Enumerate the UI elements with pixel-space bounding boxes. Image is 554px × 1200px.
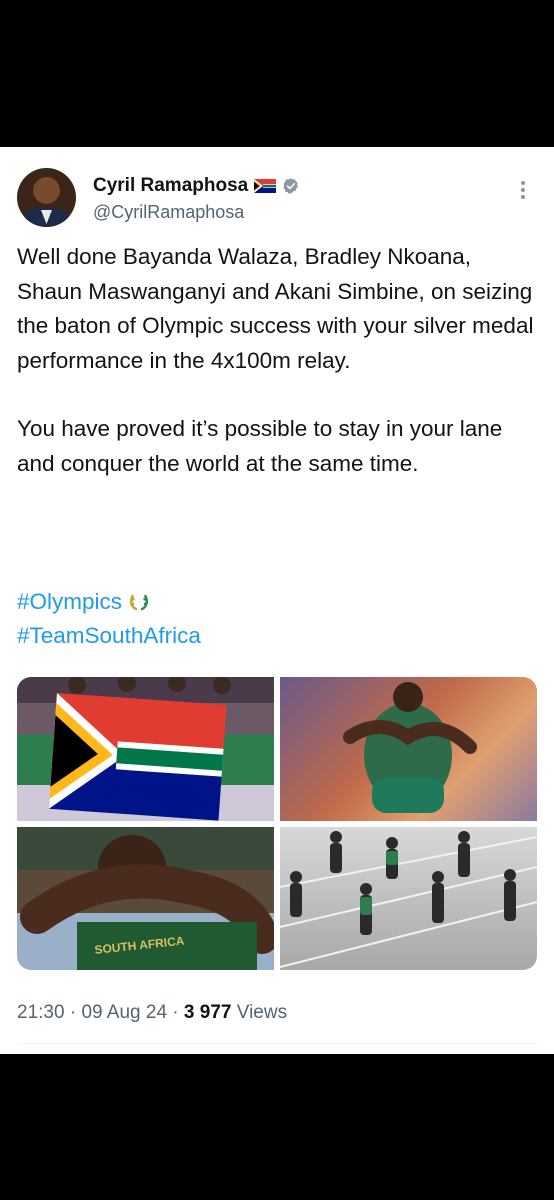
- author-name[interactable]: Cyril Ramaphosa: [93, 175, 248, 197]
- views-label: Views: [236, 1002, 288, 1023]
- hashtag-teamsouthafrica[interactable]: #TeamSouthAfrica: [17, 619, 201, 653]
- tweet-card: Cyril Ramaphosa @CyrilRamaphosa Well don…: [0, 147, 554, 1054]
- olympic-laurel-icon: [130, 594, 149, 611]
- tweet-paragraph-1: Well done Bayanda Walaza, Bradley Nkoana…: [17, 244, 534, 373]
- photo-athletes-hug[interactable]: [280, 677, 537, 821]
- hashtags: #Olympics #TeamSouthAfrica: [17, 585, 201, 653]
- verified-badge-icon: [283, 178, 299, 194]
- photo-relay-race[interactable]: [280, 827, 537, 970]
- tweet-text: Well done Bayanda Walaza, Bradley Nkoana…: [17, 240, 537, 481]
- media-grid: SOUTH AFRICA: [17, 677, 537, 970]
- photo-athletes-with-flag[interactable]: [17, 677, 274, 821]
- photo-celebration-embrace[interactable]: SOUTH AFRICA: [17, 827, 274, 970]
- south-africa-flag-photo: [48, 677, 231, 821]
- author-handle[interactable]: @CyrilRamaphosa: [93, 202, 244, 223]
- avatar[interactable]: [17, 168, 76, 227]
- tweet-time[interactable]: 21:30: [17, 1002, 65, 1023]
- views-count: 3 977: [183, 1002, 232, 1023]
- more-options-icon[interactable]: [520, 181, 526, 203]
- south-africa-flag-icon: [254, 179, 277, 193]
- author-name-row: Cyril Ramaphosa: [93, 175, 300, 197]
- hashtag-olympics[interactable]: #Olympics: [17, 585, 201, 619]
- hashtag-olympics-label: #Olympics: [17, 589, 123, 614]
- tweet-timestamp: 21:30 · 09 Aug 24 · 3 977 Views: [17, 1002, 288, 1023]
- divider: [17, 1043, 537, 1044]
- tweet-paragraph-2: You have proved it’s possible to stay in…: [17, 416, 503, 476]
- tweet-date[interactable]: 09 Aug 24: [81, 1002, 167, 1023]
